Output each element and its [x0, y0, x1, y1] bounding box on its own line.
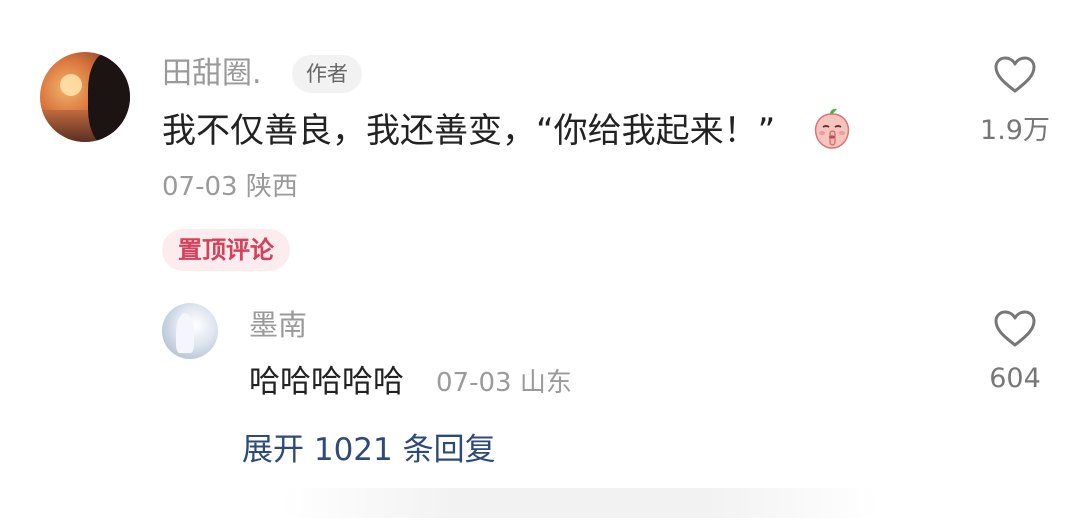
- comment-text: 我不仅善良，我还善变，“你给我起来！”: [162, 111, 776, 151]
- reply-like-button[interactable]: 604: [965, 310, 1065, 396]
- pinned-badge: 置顶评论: [162, 229, 290, 271]
- heart-icon: [994, 310, 1036, 347]
- avatar-sun: [60, 74, 82, 96]
- author-badge: 作者: [292, 55, 362, 93]
- comment-like-button[interactable]: 1.9万: [965, 56, 1065, 148]
- loading-placeholder: [280, 488, 880, 518]
- avatar-figure: [88, 52, 130, 142]
- like-count: 1.9万: [980, 115, 1050, 146]
- reply-avatar[interactable]: [162, 303, 218, 359]
- shush-peach-emoji-icon: [814, 108, 850, 149]
- reply-meta: 07-03 山东: [436, 368, 572, 398]
- comment-username[interactable]: 田甜圈.: [162, 56, 262, 92]
- expand-replies-link[interactable]: 展开 1021 条回复: [242, 429, 496, 471]
- comment-meta: 07-03 陕西: [162, 172, 298, 202]
- reply-username[interactable]: 墨南: [249, 307, 307, 343]
- reply-text: 哈哈哈哈哈: [249, 364, 404, 400]
- reply-like-count: 604: [989, 363, 1041, 394]
- avatar-figure: [176, 313, 194, 353]
- heart-icon: [994, 56, 1036, 93]
- avatar[interactable]: [40, 52, 130, 142]
